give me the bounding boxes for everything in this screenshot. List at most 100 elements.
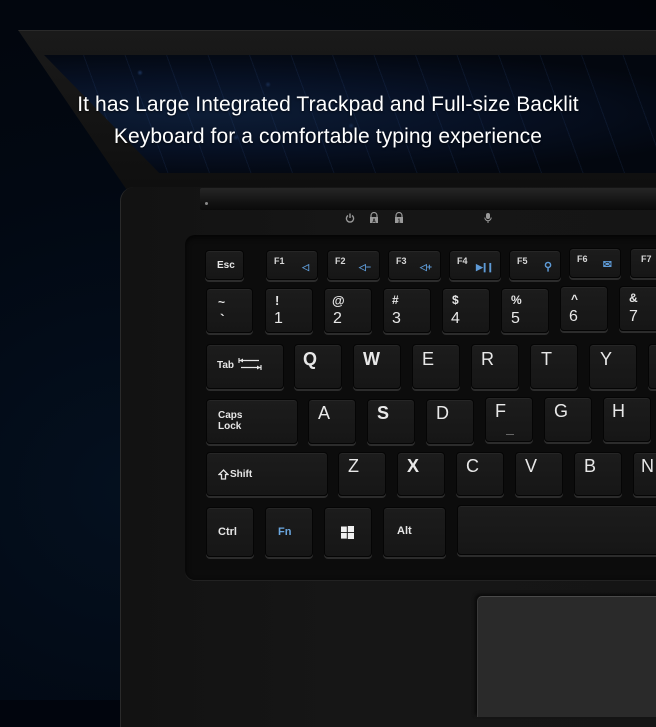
key-tab[interactable]: Tab bbox=[206, 344, 284, 389]
key-label: R bbox=[481, 349, 494, 369]
key-label: F2 bbox=[335, 256, 346, 266]
key-f5[interactable]: F5 ⚲ bbox=[509, 250, 561, 280]
key-label: H bbox=[612, 401, 625, 421]
key-1[interactable]: ! 1 bbox=[265, 288, 313, 333]
key-label: D bbox=[436, 403, 449, 423]
key-label: ` bbox=[220, 311, 225, 327]
key-5[interactable]: % 5 bbox=[501, 288, 549, 333]
key-label: 7 bbox=[629, 308, 638, 325]
key-label-line2: Lock bbox=[218, 421, 242, 432]
key-fn[interactable]: Fn bbox=[265, 507, 313, 557]
key-label: F7 bbox=[641, 254, 652, 264]
key-shift-label: ! bbox=[275, 293, 280, 308]
key-esc[interactable]: Esc bbox=[205, 250, 244, 280]
key-g[interactable]: G bbox=[544, 397, 592, 442]
key-label: Esc bbox=[217, 260, 235, 271]
key-label: Z bbox=[348, 456, 359, 476]
key-label: S bbox=[377, 403, 390, 423]
key-label: A bbox=[318, 403, 331, 423]
key-label: E bbox=[422, 349, 435, 369]
key-ctrl[interactable]: Ctrl bbox=[206, 507, 254, 557]
windows-logo-icon bbox=[341, 526, 354, 539]
key-a[interactable]: A bbox=[308, 399, 356, 444]
key-shift-label: & bbox=[629, 291, 638, 305]
key-label: Y bbox=[600, 349, 613, 369]
key-label: Alt bbox=[397, 525, 412, 537]
key-label: 6 bbox=[569, 308, 578, 325]
headline: It has Large Integrated Trackpad and Ful… bbox=[0, 89, 656, 153]
hinge-led bbox=[205, 202, 208, 205]
key-x[interactable]: X bbox=[397, 452, 445, 496]
key-y[interactable]: Y bbox=[589, 344, 637, 389]
home-bump bbox=[506, 434, 514, 435]
key-v[interactable]: V bbox=[515, 452, 563, 496]
mute-icon: ◁ bbox=[302, 262, 309, 272]
key-backtick[interactable]: ~ ` bbox=[206, 288, 253, 333]
headline-line-2: Keyboard for a comfortable typing experi… bbox=[113, 125, 543, 148]
mail-icon: ✉ bbox=[602, 259, 612, 271]
key-f1[interactable]: F1 ◁ bbox=[266, 250, 318, 280]
key-shift-label: ~ bbox=[218, 295, 226, 309]
key-label: Fn bbox=[278, 526, 292, 538]
key-f3[interactable]: F3 ◁+ bbox=[388, 250, 441, 280]
key-shift-label: % bbox=[511, 293, 522, 307]
key-alt[interactable]: Alt bbox=[383, 507, 446, 557]
key-label: C bbox=[466, 456, 479, 476]
power-icon bbox=[345, 212, 355, 224]
key-r[interactable]: R bbox=[471, 344, 519, 389]
key-label: W bbox=[363, 349, 380, 369]
key-w[interactable]: W bbox=[353, 344, 401, 389]
key-6[interactable]: ^ 6 bbox=[560, 286, 608, 331]
key-space[interactable] bbox=[457, 505, 656, 555]
key-shift-label: ^ bbox=[571, 292, 579, 306]
shift-arrow-icon bbox=[218, 469, 229, 480]
svg-text:A: A bbox=[372, 218, 376, 224]
key-label: Q bbox=[303, 349, 318, 369]
volume-down-icon: ◁− bbox=[358, 262, 371, 272]
key-label: Ctrl bbox=[218, 526, 237, 538]
key-f7[interactable]: F7 bbox=[630, 248, 656, 278]
key-7[interactable]: & 7 bbox=[619, 286, 656, 331]
key-shift-label: $ bbox=[452, 293, 459, 307]
key-label: B bbox=[584, 456, 597, 476]
key-label: 2 bbox=[333, 310, 342, 327]
key-windows[interactable] bbox=[324, 507, 372, 557]
key-label: F3 bbox=[396, 256, 407, 266]
key-f4[interactable]: F4 ▶❙❙ bbox=[449, 250, 501, 280]
key-label: 4 bbox=[451, 310, 460, 327]
key-3[interactable]: # 3 bbox=[383, 288, 431, 333]
key-c[interactable]: C bbox=[456, 452, 504, 496]
key-n[interactable]: N bbox=[633, 452, 656, 496]
search-icon: ⚲ bbox=[543, 261, 552, 273]
play-pause-icon: ▶❙❙ bbox=[475, 262, 494, 272]
laptop-hinge bbox=[200, 188, 656, 210]
key-b[interactable]: B bbox=[574, 452, 622, 496]
key-d[interactable]: D bbox=[426, 399, 474, 444]
key-label: X bbox=[407, 456, 420, 476]
key-label: N bbox=[641, 456, 654, 476]
key-label: V bbox=[525, 456, 538, 476]
key-s[interactable]: S bbox=[367, 399, 415, 444]
key-caps-lock[interactable]: Caps Lock bbox=[206, 399, 298, 444]
key-shift[interactable]: Shift bbox=[206, 452, 328, 496]
key-e[interactable]: E bbox=[412, 344, 460, 389]
key-f6[interactable]: F6 ✉ bbox=[569, 248, 621, 278]
key-u[interactable] bbox=[648, 344, 656, 389]
key-f2[interactable]: F2 ◁− bbox=[327, 250, 380, 280]
key-f[interactable]: F bbox=[485, 397, 533, 442]
key-label: T bbox=[541, 349, 552, 369]
trackpad[interactable] bbox=[477, 596, 656, 717]
key-t[interactable]: T bbox=[530, 344, 578, 389]
svg-text:1: 1 bbox=[398, 218, 401, 224]
key-label: 1 bbox=[274, 310, 283, 327]
key-h[interactable]: H bbox=[603, 397, 651, 442]
key-label: F4 bbox=[457, 256, 468, 266]
key-label: F1 bbox=[274, 256, 285, 266]
key-q[interactable]: Q bbox=[294, 344, 342, 389]
key-4[interactable]: $ 4 bbox=[442, 288, 490, 333]
key-label: G bbox=[554, 401, 569, 421]
key-label-line1: Caps bbox=[218, 410, 243, 421]
key-z[interactable]: Z bbox=[338, 452, 386, 496]
key-2[interactable]: @ 2 bbox=[324, 288, 372, 333]
num-lock-icon: 1 bbox=[394, 212, 404, 224]
